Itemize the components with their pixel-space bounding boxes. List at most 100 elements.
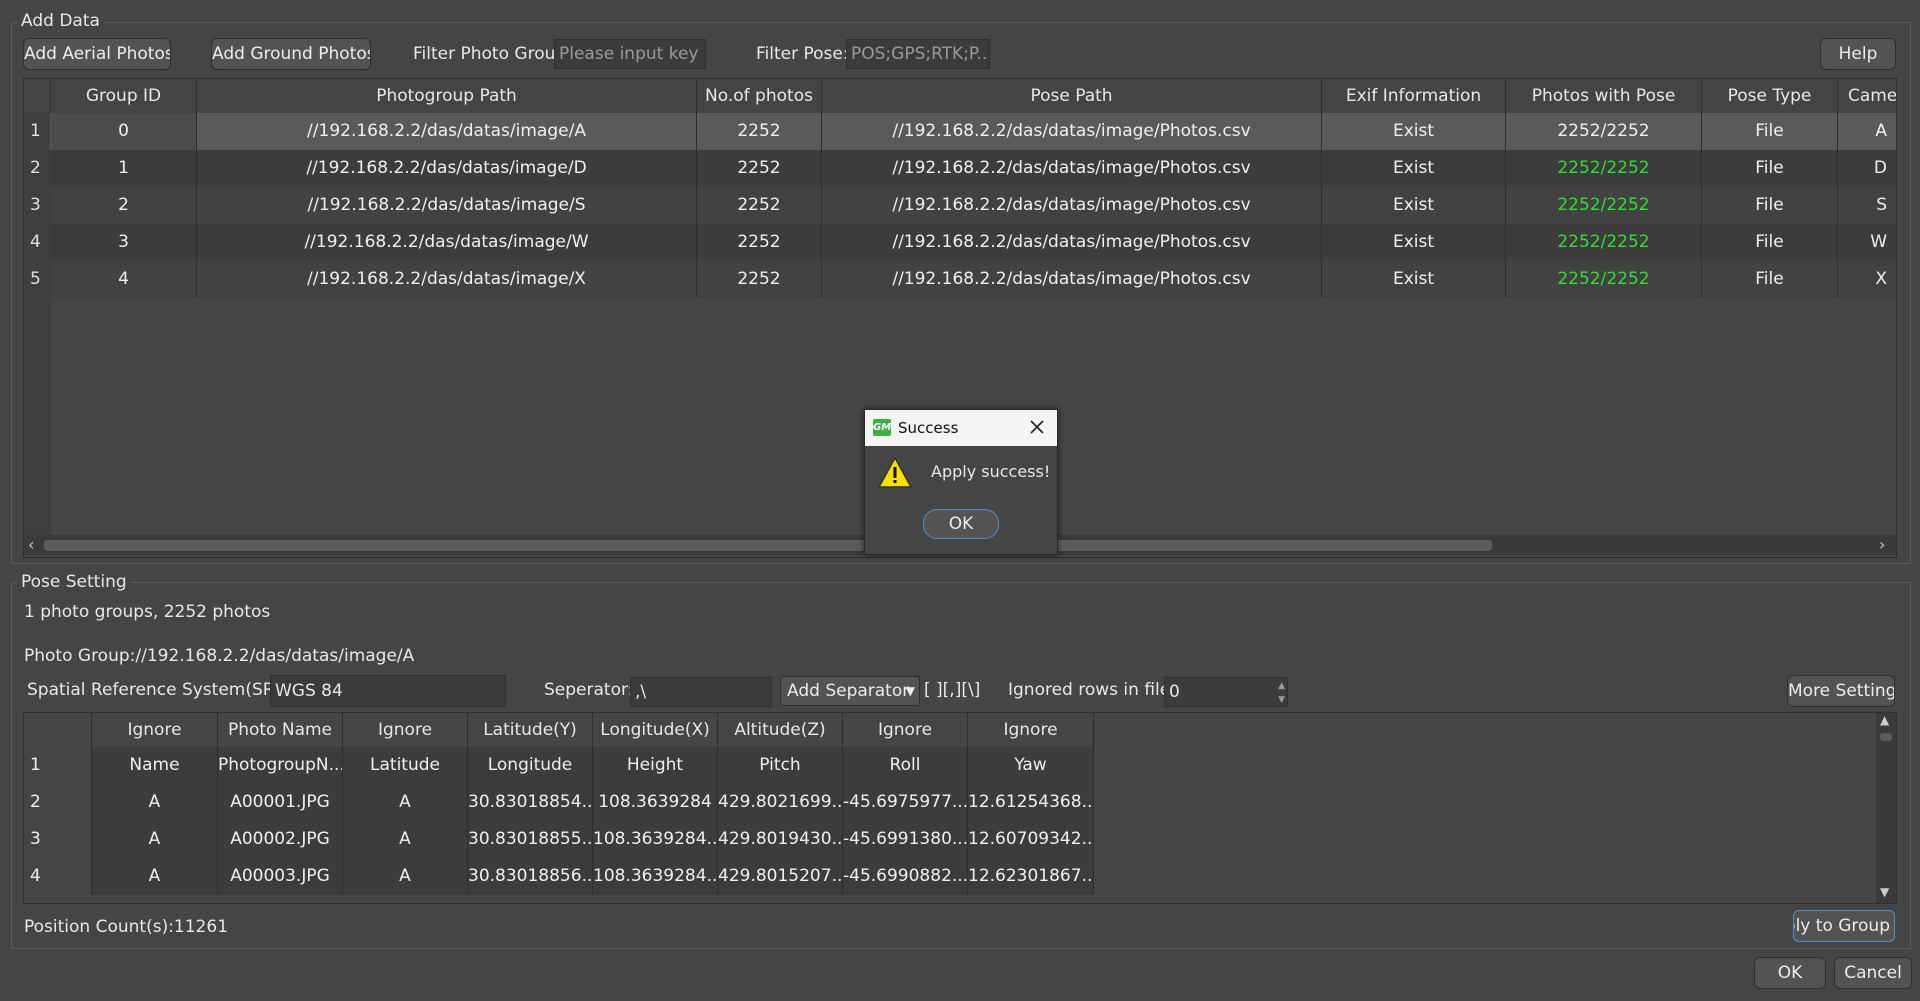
cell-photogroup-path: //192.168.2.2/das/datas/image/S [197,187,697,224]
more-setting-button[interactable]: More Setting [1787,675,1895,707]
filter-photo-group-input[interactable]: Please input key ... [554,39,706,69]
cell: -45.6991380... [843,821,968,858]
dialog-title-bar: GM Success [865,410,1057,446]
scroll-up-icon[interactable]: ▲ [1880,713,1889,727]
row-number: 3 [24,821,92,858]
cell-no-of-photos: 2252 [697,224,822,261]
cell: Latitude [343,747,468,784]
cell-photos-with-pose: 2252/2252 [1506,150,1702,187]
cell-photos-with-pose: 2252/2252 [1506,113,1702,150]
col-header-camera[interactable]: Camera [1838,79,1896,113]
cell: Pitch [718,747,843,784]
vertical-scroll-thumb[interactable] [1880,733,1892,741]
table-row[interactable]: 1 Name PhotogroupN... Latitude Longitude… [24,747,1094,784]
scroll-left-icon[interactable]: ‹ [28,535,42,555]
cell: 12.60709342... [968,821,1094,858]
cell: 12.61254368... [968,784,1094,821]
cell: 429.8015207... [718,858,843,895]
table-row[interactable]: 3 A A00002.JPG A 30.83018855... 108.3639… [24,821,1094,858]
row-number: 5 [24,261,50,298]
row-number: 2 [24,784,92,821]
cancel-button[interactable]: Cancel [1834,957,1912,989]
cell-pose-type: File [1702,150,1838,187]
ignored-rows-value: 0 [1169,682,1180,702]
row-number: 4 [24,224,50,261]
spin-down-icon[interactable]: ▼ [1278,686,1285,706]
table-row[interactable]: 4 3 //192.168.2.2/das/datas/image/W 2252… [24,224,1896,261]
col-header-group-id[interactable]: Group ID [51,79,197,113]
cell: Yaw [968,747,1094,784]
table-corner [24,79,51,113]
dialog-message: Apply success! [931,462,1051,481]
table-row[interactable]: 5 4 //192.168.2.2/das/datas/image/X 2252… [24,261,1896,298]
cell: 30.83018855... [468,821,593,858]
cell-pose-path: //192.168.2.2/das/datas/image/Photos.csv [822,224,1322,261]
separator-input[interactable]: ,\ [630,677,772,707]
col-header-photo-name[interactable]: Photo Name [218,713,343,747]
cell-photogroup-path: //192.168.2.2/das/datas/image/D [197,150,697,187]
separator-options-text: [ ][,][\] [924,680,981,700]
col-header-photos-with-pose[interactable]: Photos with Pose [1506,79,1702,113]
cell: 429.8019430... [718,821,843,858]
cell-photos-with-pose: 2252/2252 [1506,187,1702,224]
help-button[interactable]: Help [1820,38,1896,70]
add-aerial-photos-button[interactable]: Add Aerial Photos [23,38,171,70]
col-header-longitude[interactable]: Longitude(X) [593,713,718,747]
cell: A [343,821,468,858]
col-header-ignore[interactable]: Ignore [968,713,1094,747]
col-header-exif-information[interactable]: Exif Information [1322,79,1506,113]
cell-pose-path: //192.168.2.2/das/datas/image/Photos.csv [822,187,1322,224]
col-header-ignore[interactable]: Ignore [343,713,468,747]
table-row[interactable]: 4 A A00003.JPG A 30.83018856... 108.3639… [24,858,1094,895]
horizontal-scroll-thumb[interactable] [44,540,1492,551]
table-row[interactable]: 3 2 //192.168.2.2/das/datas/image/S 2252… [24,187,1896,224]
ok-button[interactable]: OK [1754,957,1826,989]
cell-camera: W [1838,224,1896,261]
cell-group-id: 4 [51,261,197,298]
dialog-ok-button[interactable]: OK [923,509,999,539]
col-header-photogroup-path[interactable]: Photogroup Path [197,79,697,113]
filter-pose-input[interactable]: POS;GPS;RTK;P... [846,39,990,69]
ignored-rows-spinbox[interactable]: 0 ▲ ▼ [1164,677,1288,707]
apply-to-group-button[interactable]: Apply to Group [1793,910,1895,942]
pose-setting-legend: Pose Setting [17,572,131,592]
scroll-down-icon[interactable]: ▼ [1880,885,1889,899]
cell-pose-type: File [1702,261,1838,298]
cell-exif: Exist [1322,150,1506,187]
cell: 108.3639284... [593,821,718,858]
srs-label: Spatial Reference System(SRS) [27,680,292,700]
vertical-scrollbar[interactable]: ▲ ▼ [1876,713,1896,903]
apply-to-group-label: Apply to Group [1794,916,1890,936]
cell-camera: A [1838,113,1896,150]
row-number: 1 [24,113,50,150]
cell: A00001.JPG [218,784,343,821]
col-header-altitude[interactable]: Altitude(Z) [718,713,843,747]
row-number: 2 [24,150,50,187]
cell-photogroup-path: //192.168.2.2/das/datas/image/X [197,261,697,298]
ignored-rows-label: Ignored rows in file: [1008,680,1176,700]
cell-no-of-photos: 2252 [697,261,822,298]
cell: 30.83018854... [468,784,593,821]
row-number: 1 [24,747,92,784]
cell-pose-path: //192.168.2.2/das/datas/image/Photos.csv [822,261,1322,298]
cell: A [343,858,468,895]
scroll-right-icon[interactable]: › [1879,535,1893,555]
success-dialog: GM Success Apply success! OK [864,409,1058,555]
srs-input[interactable]: WGS 84 [270,675,506,707]
add-ground-photos-button[interactable]: Add Ground Photos [211,38,371,70]
table-row[interactable]: 2 A A00001.JPG A 30.83018854... 108.3639… [24,784,1094,821]
cell: A [92,784,218,821]
cell-camera: S [1838,187,1896,224]
col-header-ignore[interactable]: Ignore [92,713,218,747]
col-header-pose-type[interactable]: Pose Type [1702,79,1838,113]
col-header-latitude[interactable]: Latitude(Y) [468,713,593,747]
col-header-ignore[interactable]: Ignore [843,713,968,747]
cell-photogroup-path: //192.168.2.2/das/datas/image/A [197,113,697,150]
table-row[interactable]: 1 0 //192.168.2.2/das/datas/image/A 2252… [24,113,1896,150]
add-separator-dropdown[interactable]: Add Separator ▼ [780,676,920,706]
col-header-no-of-photos[interactable]: No.of photos [697,79,822,113]
close-icon[interactable] [1027,417,1047,437]
table-row[interactable]: 2 1 //192.168.2.2/das/datas/image/D 2252… [24,150,1896,187]
col-header-pose-path[interactable]: Pose Path [822,79,1322,113]
cell: 12.62301867... [968,858,1094,895]
